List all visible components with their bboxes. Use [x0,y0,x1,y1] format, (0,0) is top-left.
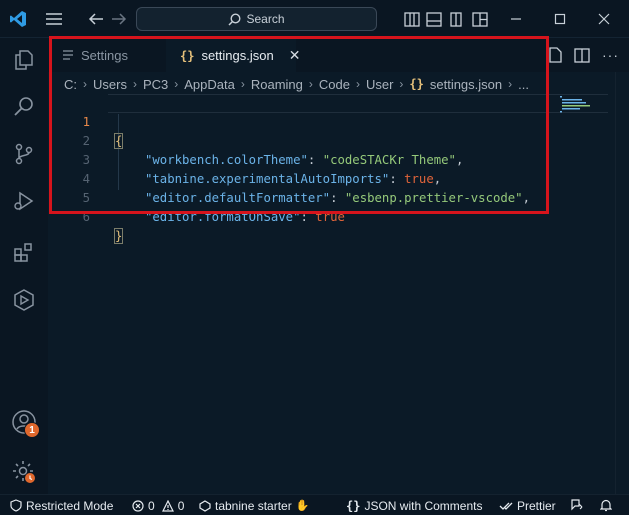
code-line: 3 "tabnine.experimentalAutoImports": tru… [48,132,548,186]
back-arrow-icon[interactable] [84,7,108,31]
vscode-logo-icon [6,7,30,31]
json-boolean-value: true [315,210,345,224]
error-icon [132,499,144,512]
remote-explorer-icon[interactable] [0,278,48,322]
breadcrumb-file[interactable]: settings.json [430,77,502,92]
breadcrumb-item[interactable]: C: [64,77,77,92]
shield-icon [10,499,22,512]
breadcrumb-item[interactable]: Users [93,77,127,92]
chevron-right-icon: › [174,77,179,91]
warning-icon [161,499,174,512]
json-file-icon: {} [409,77,424,91]
manage-gear-icon[interactable] [0,450,48,494]
tab-label: settings.json [201,48,274,63]
editor-area: Settings {} settings.json ✕ ··· C: › User… [48,38,629,494]
close-tab-icon[interactable]: ✕ [289,47,301,64]
title-bar: Search [0,0,629,38]
accounts-badge: 1 [24,422,40,438]
tabnine-label: tabnine starter [215,498,292,513]
warning-count: 0 [177,498,185,513]
bell-icon[interactable] [600,495,612,515]
command-center-search[interactable]: Search [136,7,377,31]
explorer-icon[interactable] [0,38,48,82]
settings-tab-icon [62,50,74,60]
breadcrumb: C: › Users › PC3 › AppData › Roaming › Code › … [64,74,529,94]
error-count: 0 [148,498,155,513]
restricted-mode-item[interactable]: Restricted Mode [10,495,113,515]
language-mode-label: JSON with Comments [364,498,483,513]
menu-icon[interactable] [42,7,66,31]
breadcrumb-item[interactable]: AppData [184,77,235,92]
close-brace: } [113,228,124,244]
status-bar: Restricted Mode 0 0 tabnine starter ✋ {}… [0,494,629,515]
code-line: 2 "workbench.colorTheme": "codeSTACKr Th… [48,113,548,167]
source-control-icon[interactable] [0,132,48,176]
chevron-right-icon: › [132,77,137,91]
code-editor[interactable]: 1 { 2 "workbench.colorTheme": "codeSTACK… [48,94,548,244]
code-line: 4 "editor.defaultFormatter": "esbenp.pre… [48,151,548,205]
breadcrumb-item[interactable]: Code [319,77,350,92]
search-view-icon[interactable] [0,85,48,129]
search-label: Search [246,12,285,26]
chevron-right-icon: › [399,77,404,91]
tab-bar: Settings {} settings.json ✕ ··· [48,38,629,72]
layout-icon[interactable] [468,7,492,31]
chevron-right-icon: › [83,77,87,91]
feedback-icon[interactable] [570,495,584,515]
editor-actions: ··· [548,38,629,72]
chevron-right-icon: › [308,77,313,91]
double-check-icon [499,501,513,511]
vertical-scrollbar[interactable] [615,72,629,494]
tab-settings[interactable]: Settings [48,38,166,72]
forward-arrow-icon[interactable] [107,7,131,31]
prettier-item[interactable]: Prettier [499,495,556,515]
maximize-icon[interactable] [548,7,572,31]
split-editor-icon[interactable] [574,47,590,63]
breadcrumb-item[interactable]: PC3 [143,77,168,92]
prettier-label: Prettier [517,498,556,513]
line-number: 6 [82,210,90,224]
hand-wave-icon: ✋ [295,500,310,512]
toggle-panel-icon[interactable] [422,7,446,31]
code-line: 6 } [48,189,548,244]
chevron-right-icon: › [508,77,513,91]
toggle-secondary-sidebar-icon[interactable] [444,7,468,31]
language-mode-item[interactable]: {} JSON with Comments [346,495,482,515]
tab-label: Settings [81,47,128,63]
chevron-right-icon: › [355,77,360,91]
json-key: "editor.formatOnSave" [145,210,301,224]
breadcrumb-more[interactable]: ... [518,77,529,92]
tabnine-icon [199,499,211,512]
tabnine-item[interactable]: tabnine starter ✋ [199,495,309,515]
chevron-right-icon: › [240,77,245,91]
problems-item[interactable]: 0 0 [132,495,184,515]
code-line: 1 { [48,94,548,149]
tab-settings-json[interactable]: {} settings.json ✕ [166,38,300,72]
breadcrumb-item[interactable]: User [366,77,393,92]
colon: : [300,210,316,224]
open-settings-ui-icon[interactable] [548,47,562,63]
close-icon[interactable] [592,7,616,31]
json-file-icon: {} [180,48,195,63]
code-line: 5 "editor.formatOnSave": true [48,170,548,224]
breadcrumb-item[interactable]: Roaming [251,77,303,92]
minimap[interactable] [556,94,596,124]
activity-bar: 1 [0,38,48,494]
minimize-icon[interactable] [504,7,528,31]
accounts-icon[interactable] [0,400,48,444]
extensions-icon[interactable] [0,230,48,274]
toggle-sidebar-icon[interactable] [400,7,424,31]
run-debug-icon[interactable] [0,179,48,223]
json-file-icon: {} [346,498,361,513]
search-icon [228,12,241,26]
restricted-mode-label: Restricted Mode [26,498,114,513]
more-actions-icon[interactable]: ··· [602,47,619,63]
